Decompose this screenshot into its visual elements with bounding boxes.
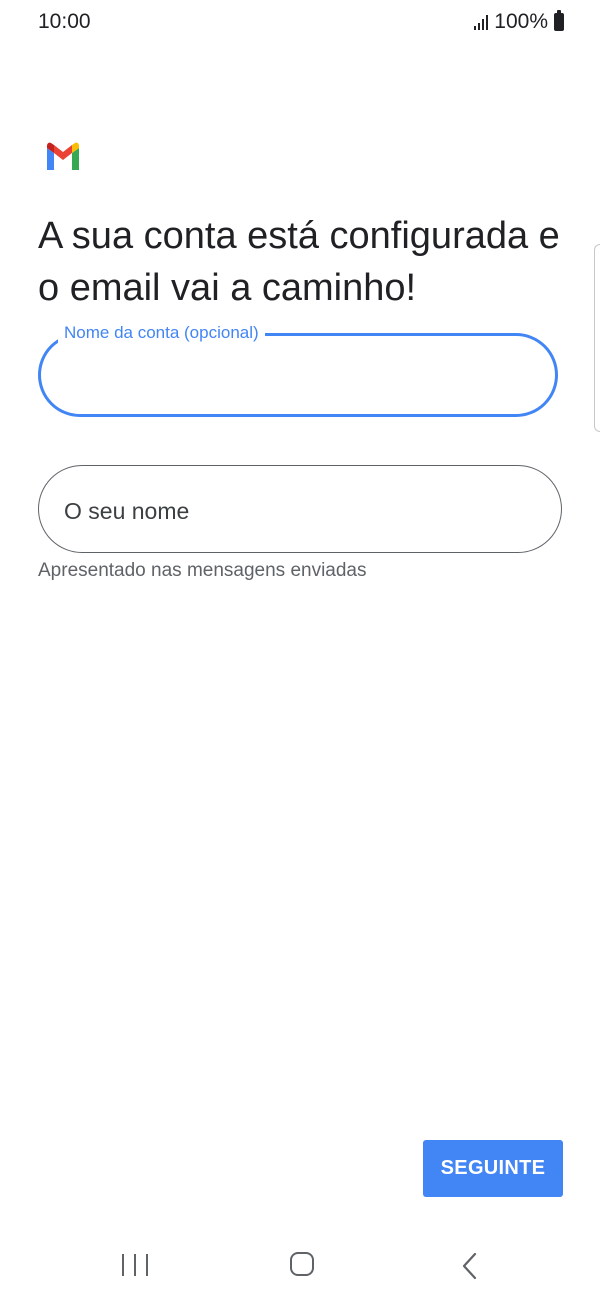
- account-name-label: Nome da conta (opcional): [58, 323, 265, 343]
- account-name-input[interactable]: [62, 352, 536, 398]
- recent-apps-icon[interactable]: [122, 1254, 148, 1278]
- back-icon[interactable]: [460, 1252, 480, 1280]
- your-name-input[interactable]: [62, 488, 536, 534]
- battery-percentage: 100%: [494, 10, 548, 33]
- navigation-bar: [0, 1232, 600, 1300]
- status-time: 10:00: [38, 10, 91, 33]
- status-bar: 10:00 100%: [0, 0, 600, 48]
- signal-icon: [474, 14, 489, 30]
- gmail-logo-icon: [47, 142, 79, 170]
- battery-icon: [554, 10, 564, 31]
- page-title: A sua conta está configurada e o email v…: [38, 215, 560, 309]
- your-name-helper-text: Apresentado nas mensagens enviadas: [38, 560, 367, 581]
- next-button[interactable]: SEGUINTE: [423, 1140, 563, 1197]
- home-icon[interactable]: [290, 1252, 314, 1276]
- edge-panel-handle[interactable]: [594, 244, 600, 432]
- status-indicators: 100%: [474, 10, 564, 34]
